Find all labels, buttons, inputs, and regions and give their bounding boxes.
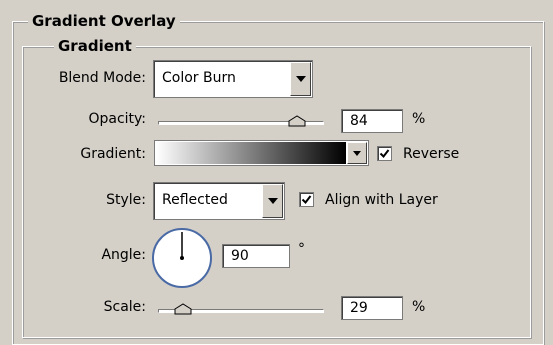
gradient-preview[interactable] xyxy=(156,142,346,164)
style-dropdown-button[interactable] xyxy=(262,184,283,218)
angle-unit: ° xyxy=(298,241,305,257)
angle-input[interactable]: 90 xyxy=(222,244,290,268)
chevron-down-icon xyxy=(295,76,306,82)
scale-label: Scale: xyxy=(103,299,146,315)
gradient-dropdown-button[interactable] xyxy=(347,142,367,164)
scale-slider-thumb-icon[interactable] xyxy=(174,303,192,315)
checkmark-icon xyxy=(379,149,390,159)
chevron-down-icon xyxy=(353,150,361,156)
opacity-input[interactable]: 84 xyxy=(341,109,403,133)
gradient-picker[interactable] xyxy=(154,140,369,166)
reverse-label[interactable]: Reverse xyxy=(403,145,459,163)
style-value: Reflected xyxy=(162,192,228,208)
opacity-label: Opacity: xyxy=(88,111,146,127)
opacity-unit: % xyxy=(412,111,426,127)
scale-unit: % xyxy=(412,299,426,315)
angle-label: Angle: xyxy=(101,247,146,263)
blend-mode-dropdown-button[interactable] xyxy=(290,62,311,96)
style-select[interactable]: Reflected xyxy=(153,182,285,220)
style-label: Style: xyxy=(106,192,146,208)
reverse-checkbox[interactable] xyxy=(377,146,392,161)
gradient-label: Gradient: xyxy=(80,146,146,162)
blend-mode-label: Blend Mode: xyxy=(58,70,146,86)
angle-dial-icon[interactable] xyxy=(150,226,214,290)
blend-mode-value: Color Burn xyxy=(162,70,236,86)
panel-title: Gradient Overlay xyxy=(28,12,180,30)
align-with-layer-checkbox[interactable] xyxy=(299,192,314,207)
scale-input[interactable]: 29 xyxy=(341,296,403,320)
blend-mode-select[interactable]: Color Burn xyxy=(153,60,313,98)
checkmark-icon xyxy=(301,195,312,205)
section-title: Gradient xyxy=(54,37,136,55)
chevron-down-icon xyxy=(267,198,278,204)
opacity-slider-thumb-icon[interactable] xyxy=(288,115,306,127)
align-with-layer-label[interactable]: Align with Layer xyxy=(325,191,438,209)
